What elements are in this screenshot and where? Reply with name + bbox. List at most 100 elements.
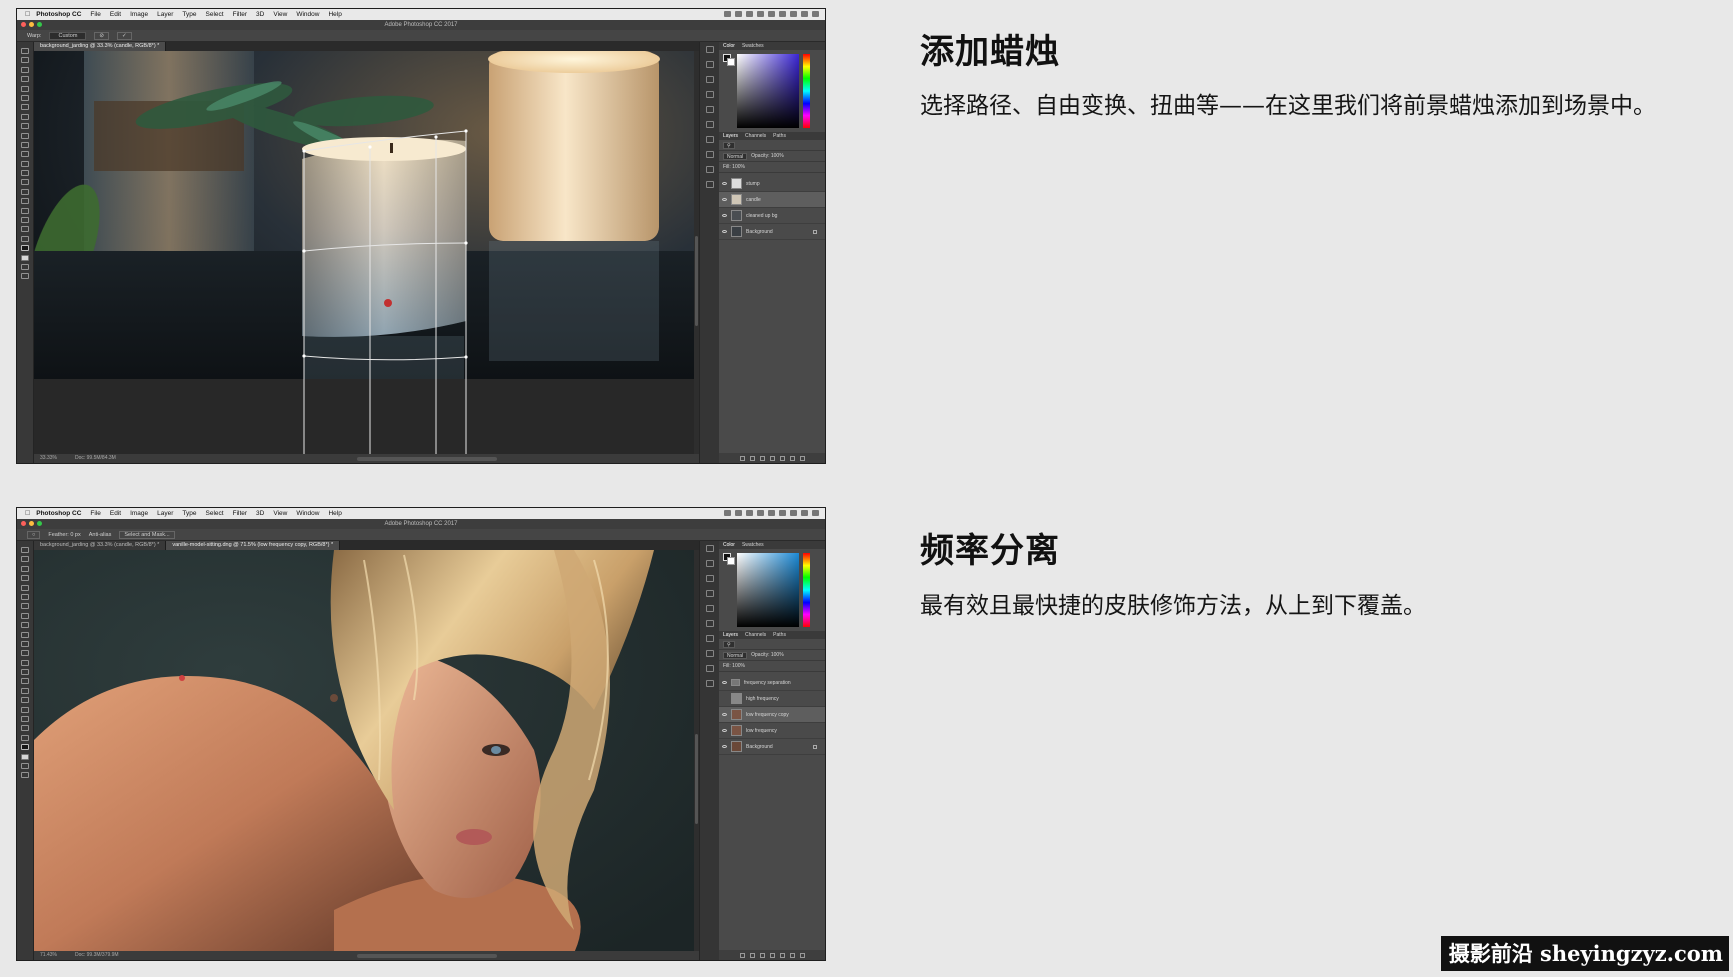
canvas-scrollbar-horizontal[interactable] [357,954,497,958]
eye-icon[interactable] [722,729,727,732]
menu-filter[interactable]: Filter [233,11,247,18]
brush-settings-icon[interactable] [705,590,714,597]
doc-tab-candle[interactable]: background_jarding @ 33.3% (candle, RGB/… [34,42,167,51]
commit-transform-icon[interactable]: ✓ [117,31,132,40]
minimize-icon[interactable] [29,22,34,27]
play-icon[interactable] [705,61,714,68]
doc-tab-portrait[interactable]: vanille-model-sitting.dng @ 71.5% (low f… [166,541,341,550]
marquee-tool-icon[interactable] [21,57,29,64]
canvas-candle[interactable] [34,51,699,454]
menu-type[interactable]: Type [182,510,196,517]
tab-color[interactable]: Color [723,541,735,549]
menu-help[interactable]: Help [328,11,341,18]
more-tools-icon[interactable] [21,235,29,242]
scroll-thumb[interactable] [695,734,698,825]
search-icon[interactable] [790,510,797,516]
menu-window[interactable]: Window [296,11,319,18]
menu-view[interactable]: View [273,510,287,517]
background-color-icon[interactable] [21,254,29,261]
brush-tool-icon[interactable] [21,612,29,619]
quick-select-tool-icon[interactable] [21,76,29,83]
color-field[interactable] [737,553,799,627]
zoom-icon[interactable] [37,22,42,27]
menu-app[interactable]: Photoshop CC [36,11,81,18]
zoom-icon[interactable] [37,521,42,526]
dodge-tool-icon[interactable] [21,669,29,676]
layer-row[interactable]: stump [719,176,825,192]
eye-icon[interactable] [722,198,727,201]
wifi-icon[interactable] [768,510,775,516]
quick-select-tool-icon[interactable] [21,575,29,582]
tab-layers[interactable]: Layers [723,631,738,639]
apple-icon[interactable]:  [25,11,30,18]
tab-layers[interactable]: Layers [723,132,738,140]
tray-icon[interactable] [757,11,764,17]
shape-tool-icon[interactable] [21,706,29,713]
tray-icon[interactable] [724,510,731,516]
opacity-control[interactable]: Opacity: 100% [751,153,784,159]
pen-tool-icon[interactable] [21,678,29,685]
eraser-tool-icon[interactable] [21,141,29,148]
path-select-icon[interactable] [21,697,29,704]
zoom-level[interactable]: 71.43% [40,951,57,960]
menu-type[interactable]: Type [182,11,196,18]
zoom-tool-icon[interactable] [21,725,29,732]
eye-icon[interactable] [722,745,727,748]
menu-select[interactable]: Select [206,11,224,18]
heal-tool-icon[interactable] [21,603,29,610]
list-icon[interactable] [812,11,819,17]
layer-row[interactable]: Background [719,739,825,755]
lasso-tool-icon[interactable] [21,66,29,73]
layer-kind-filter[interactable]: ⚲ [723,640,735,648]
stamp-tool-icon[interactable] [21,123,29,130]
crop-tool-icon[interactable] [21,85,29,92]
screen-mode-icon[interactable] [21,772,29,779]
pen-tool-icon[interactable] [21,179,29,186]
type-tool-icon[interactable] [21,188,29,195]
layer-row[interactable]: cleaned up bg [719,208,825,224]
fx-icon[interactable] [749,455,755,461]
search-icon[interactable] [790,11,797,17]
background-swatch[interactable] [727,58,735,66]
layer-group-row[interactable]: frequency separation [719,675,825,691]
cube-icon[interactable] [705,680,714,687]
eye-icon[interactable] [722,681,727,684]
tab-paths[interactable]: Paths [773,132,786,140]
cancel-transform-icon[interactable]: ⊘ [94,31,110,40]
gradient-tool-icon[interactable] [21,151,29,158]
lasso-tool-icon[interactable] [21,565,29,572]
layer-row[interactable]: low frequency [719,723,825,739]
siri-icon[interactable] [801,11,808,17]
blur-tool-icon[interactable] [21,160,29,167]
play-icon[interactable] [705,560,714,567]
doc-tab-candle[interactable]: background_jarding @ 33.3% (candle, RGB/… [34,541,167,550]
scroll-thumb[interactable] [695,236,698,327]
clone-source-icon[interactable] [705,575,714,582]
tab-channels[interactable]: Channels [745,631,766,639]
menu-3d[interactable]: 3D [256,11,264,18]
fx-icon[interactable] [749,952,755,958]
type-tool-icon[interactable] [21,687,29,694]
properties-icon[interactable] [705,650,714,657]
feather-field[interactable]: Feather: 0 px [48,532,80,538]
background-swatch[interactable] [727,557,735,565]
quick-mask-icon[interactable] [21,263,29,270]
minimize-icon[interactable] [29,521,34,526]
link-icon[interactable] [739,952,745,958]
crop-tool-icon[interactable] [21,584,29,591]
stamp-tool-icon[interactable] [21,622,29,629]
hand-tool-icon[interactable] [21,716,29,723]
select-and-mask-button[interactable]: Select and Mask... [119,530,175,539]
blur-tool-icon[interactable] [21,659,29,666]
heal-tool-icon[interactable] [21,104,29,111]
trash-icon[interactable] [799,455,805,461]
siri-icon[interactable] [801,510,808,516]
new-layer-icon[interactable] [789,952,795,958]
wifi-icon[interactable] [768,11,775,17]
anti-alias-checkbox[interactable]: Anti-alias [89,532,112,538]
tray-icon[interactable] [724,11,731,17]
info-icon[interactable] [705,665,714,672]
cube-icon[interactable] [705,181,714,188]
menu-image[interactable]: Image [130,11,148,18]
clock-icon[interactable] [779,11,786,17]
